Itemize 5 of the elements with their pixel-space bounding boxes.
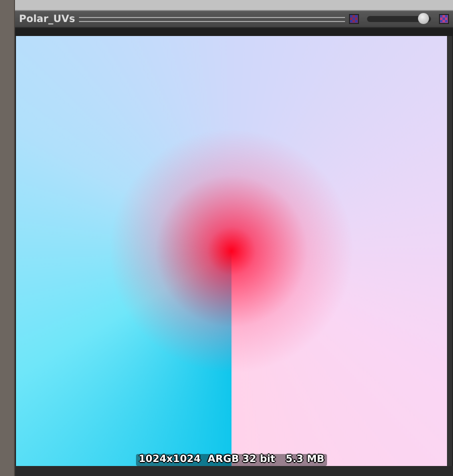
checker-icon[interactable] [439, 14, 449, 24]
preview-title: Polar_UVs [19, 14, 76, 24]
checker-icon[interactable] [349, 14, 359, 24]
zoom-slider[interactable] [367, 16, 431, 22]
slider-thumb[interactable] [418, 13, 430, 24]
